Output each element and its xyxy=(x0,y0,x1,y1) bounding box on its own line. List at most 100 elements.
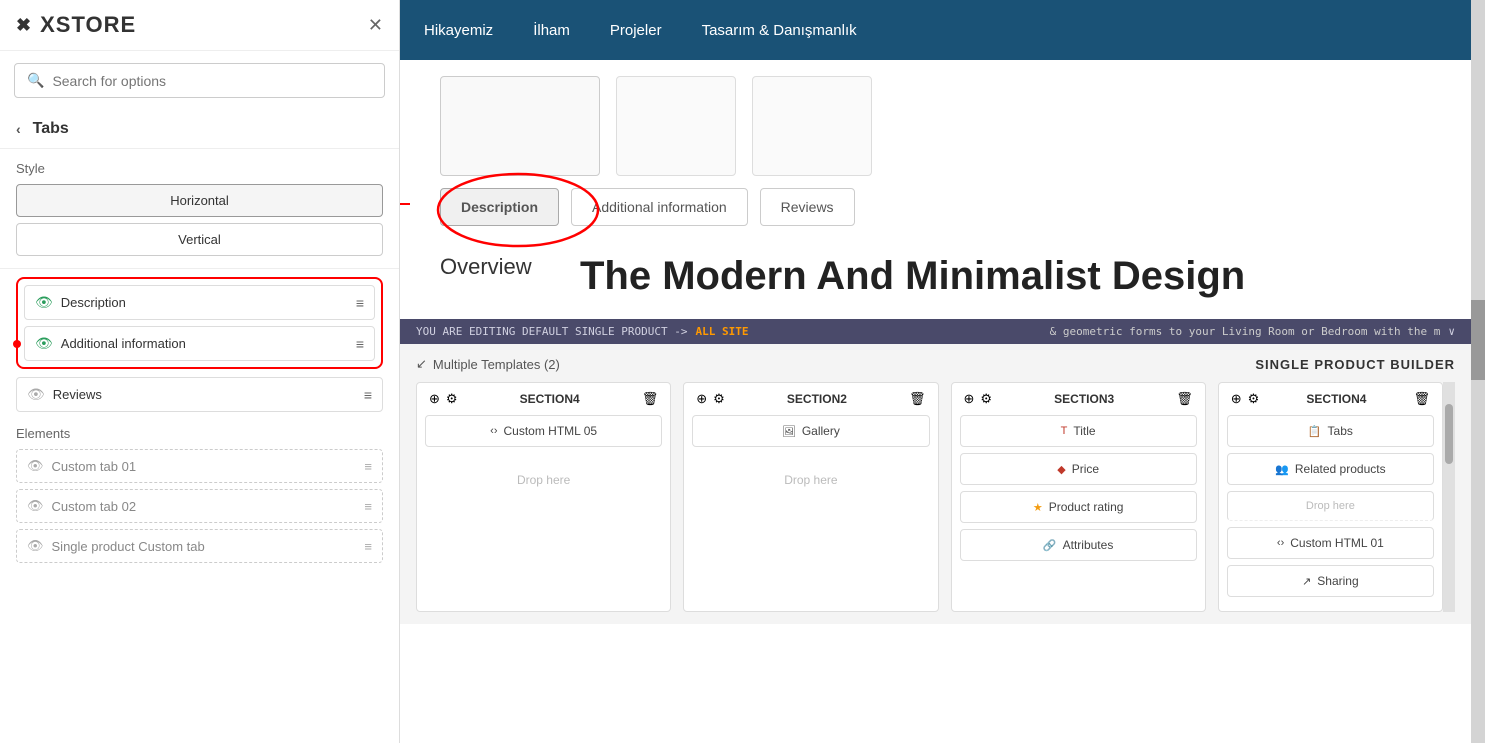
widget-gallery[interactable]: 🖼 Gallery xyxy=(692,415,929,447)
move-icon-section4b[interactable]: ⊕ xyxy=(1231,391,1242,407)
eye-icon-reviews: 👁 xyxy=(27,386,45,403)
elements-section: Elements 👁 Custom tab 01 ≡ 👁 Custom tab … xyxy=(0,418,399,571)
drop-zone-label: Drop here xyxy=(1306,500,1355,512)
widget-label-sharing: Sharing xyxy=(1317,574,1358,588)
drag-icon-single-custom[interactable]: ≡ xyxy=(364,539,372,554)
gear-icon-section3[interactable]: ⚙ xyxy=(980,391,992,407)
trash-icon-section2[interactable]: 🗑 xyxy=(909,391,926,407)
tab-item-reviews-wrapper: 👁 Reviews ≡ xyxy=(16,377,383,412)
search-input[interactable] xyxy=(52,73,372,89)
eye-icon-single-custom: 👁 xyxy=(27,538,44,554)
multiple-templates-toggle[interactable]: ↙ Multiple Templates (2) xyxy=(416,356,560,372)
gear-icon-section4a[interactable]: ⚙ xyxy=(446,391,458,407)
widget-title[interactable]: T Title xyxy=(960,415,1197,447)
style-buttons: Horizontal Vertical xyxy=(16,184,383,256)
section-scrollbar[interactable] xyxy=(1443,382,1455,612)
style-horizontal[interactable]: Horizontal xyxy=(16,184,383,217)
drop-zone-section2[interactable]: Drop here xyxy=(692,453,929,507)
drag-icon-description[interactable]: ≡ xyxy=(356,295,364,311)
move-icon-section2[interactable]: ⊕ xyxy=(696,391,707,407)
section-col-header-section2: ⊕ ⚙ SECTION2 🗑 xyxy=(692,391,929,407)
search-box[interactable]: 🔍 xyxy=(14,63,385,98)
nav-item-tasarim[interactable]: Tasarım & Danışmanlık xyxy=(702,14,857,47)
editing-bar: YOU ARE EDITING DEFAULT SINGLE PRODUCT -… xyxy=(400,319,1471,344)
section-title-section2: SECTION2 xyxy=(725,392,909,406)
widget-tabs[interactable]: 📋 Tabs xyxy=(1227,415,1434,447)
widget-label-attributes: Attributes xyxy=(1063,538,1114,552)
drag-icon-additional[interactable]: ≡ xyxy=(356,336,364,352)
widget-label-gallery: Gallery xyxy=(802,424,840,438)
element-items-list: 👁 Custom tab 01 ≡ 👁 Custom tab 02 ≡ 👁 Si… xyxy=(16,449,383,563)
drag-icon-reviews[interactable]: ≡ xyxy=(364,387,372,403)
widget-label-title: Title xyxy=(1073,424,1095,438)
widget-price[interactable]: ◆ Price xyxy=(960,453,1197,485)
style-vertical[interactable]: Vertical xyxy=(16,223,383,256)
widget-product-rating[interactable]: ★ Product rating xyxy=(960,491,1197,523)
product-image-main xyxy=(440,76,600,176)
style-section: Style Horizontal Vertical xyxy=(0,149,399,269)
drag-icon-custom-02[interactable]: ≡ xyxy=(364,499,372,514)
section-title: Tabs xyxy=(33,120,69,138)
overview-title: The Modern And Minimalist Design xyxy=(580,254,1431,299)
sharing-icon: ↗ xyxy=(1302,575,1311,588)
editing-bar-all-site: ALL SITE xyxy=(696,325,749,338)
builder-area: ↙ Multiple Templates (2) SINGLE PRODUCT … xyxy=(400,344,1471,624)
gallery-icon: 🖼 xyxy=(782,425,796,438)
builder-header: ↙ Multiple Templates (2) SINGLE PRODUCT … xyxy=(416,356,1455,372)
element-item-custom-tab-02: 👁 Custom tab 02 ≡ xyxy=(16,489,383,523)
tab-btn-description[interactable]: Description xyxy=(440,188,559,226)
page-scrollbar[interactable] xyxy=(1471,0,1485,743)
element-item-custom-tab-01: 👁 Custom tab 01 ≡ xyxy=(16,449,383,483)
tab-btn-reviews[interactable]: Reviews xyxy=(760,188,855,226)
search-icon: 🔍 xyxy=(27,72,44,89)
trash-icon-section4a[interactable]: 🗑 xyxy=(642,391,659,407)
tab-buttons-container: Description Additional information Revie… xyxy=(400,184,1471,234)
star-icon: ★ xyxy=(1033,501,1043,514)
tab-label-description: Description xyxy=(61,295,356,310)
tab-buttons-row: Description Additional information Revie… xyxy=(440,188,1431,226)
tab-btn-additional[interactable]: Additional information xyxy=(571,188,748,226)
elements-label: Elements xyxy=(16,426,383,441)
drop-zone-section4a[interactable]: Drop here xyxy=(425,453,662,507)
section-title-section4a: SECTION4 xyxy=(458,392,642,406)
section-controls-section2: ⊕ ⚙ xyxy=(696,391,725,407)
trash-icon-section4b[interactable]: 🗑 xyxy=(1413,391,1430,407)
nav-item-ilham[interactable]: İlham xyxy=(533,14,570,47)
dot-indicator xyxy=(13,340,21,348)
widget-attributes[interactable]: 🔗 Attributes xyxy=(960,529,1197,561)
section-title-section4b: SECTION4 xyxy=(1259,392,1413,406)
gear-icon-section4b[interactable]: ⚙ xyxy=(1248,391,1260,407)
widget-sharing[interactable]: ↗ Sharing xyxy=(1227,565,1434,597)
annotation-line xyxy=(400,184,410,224)
collapse-icon[interactable]: ∨ xyxy=(1448,325,1455,338)
drop-zone-between[interactable]: Drop here xyxy=(1227,491,1434,521)
sidebar-scrollable: ‹ Tabs Style Horizontal Vertical 👁 Descr… xyxy=(0,110,399,743)
page-scroll-thumb xyxy=(1471,300,1485,380)
nav-item-hikayemiz[interactable]: Hikayemiz xyxy=(424,14,493,47)
widget-related-products[interactable]: 👥 Related products xyxy=(1227,453,1434,485)
gear-icon-section2[interactable]: ⚙ xyxy=(713,391,725,407)
drag-icon-custom-01[interactable]: ≡ xyxy=(364,459,372,474)
back-arrow[interactable]: ‹ xyxy=(16,121,21,137)
widget-custom-html-01[interactable]: ‹› Custom HTML 01 xyxy=(1227,527,1434,559)
single-product-builder-label: SINGLE PRODUCT BUILDER xyxy=(1255,357,1455,372)
move-icon-section3[interactable]: ⊕ xyxy=(964,391,975,407)
tabs-icon: 📋 xyxy=(1308,425,1322,438)
section-header: ‹ Tabs xyxy=(0,110,399,149)
top-navigation: Hikayemiz İlham Projeler Tasarım & Danış… xyxy=(400,0,1471,60)
trash-icon-section3[interactable]: 🗑 xyxy=(1176,391,1193,407)
section-title-section3: SECTION3 xyxy=(992,392,1176,406)
overview-label: Overview xyxy=(440,254,540,299)
multiple-templates-label: Multiple Templates (2) xyxy=(433,357,560,372)
close-button[interactable]: ✕ xyxy=(368,15,383,36)
widget-label-price: Price xyxy=(1072,462,1099,476)
sidebar: ✖ XSTORE ✕ 🔍 ‹ Tabs Style Horizontal Ver… xyxy=(0,0,400,743)
overview-section: Overview The Modern And Minimalist Desig… xyxy=(400,234,1471,319)
nav-item-projeler[interactable]: Projeler xyxy=(610,14,662,47)
attributes-icon: 🔗 xyxy=(1043,539,1057,552)
widget-custom-html-05[interactable]: ‹› Custom HTML 05 xyxy=(425,415,662,447)
logo-text: XSTORE xyxy=(40,12,136,38)
move-icon-section4a[interactable]: ⊕ xyxy=(429,391,440,407)
eye-icon-custom-02: 👁 xyxy=(27,498,44,514)
product-image-thumb1 xyxy=(616,76,736,176)
